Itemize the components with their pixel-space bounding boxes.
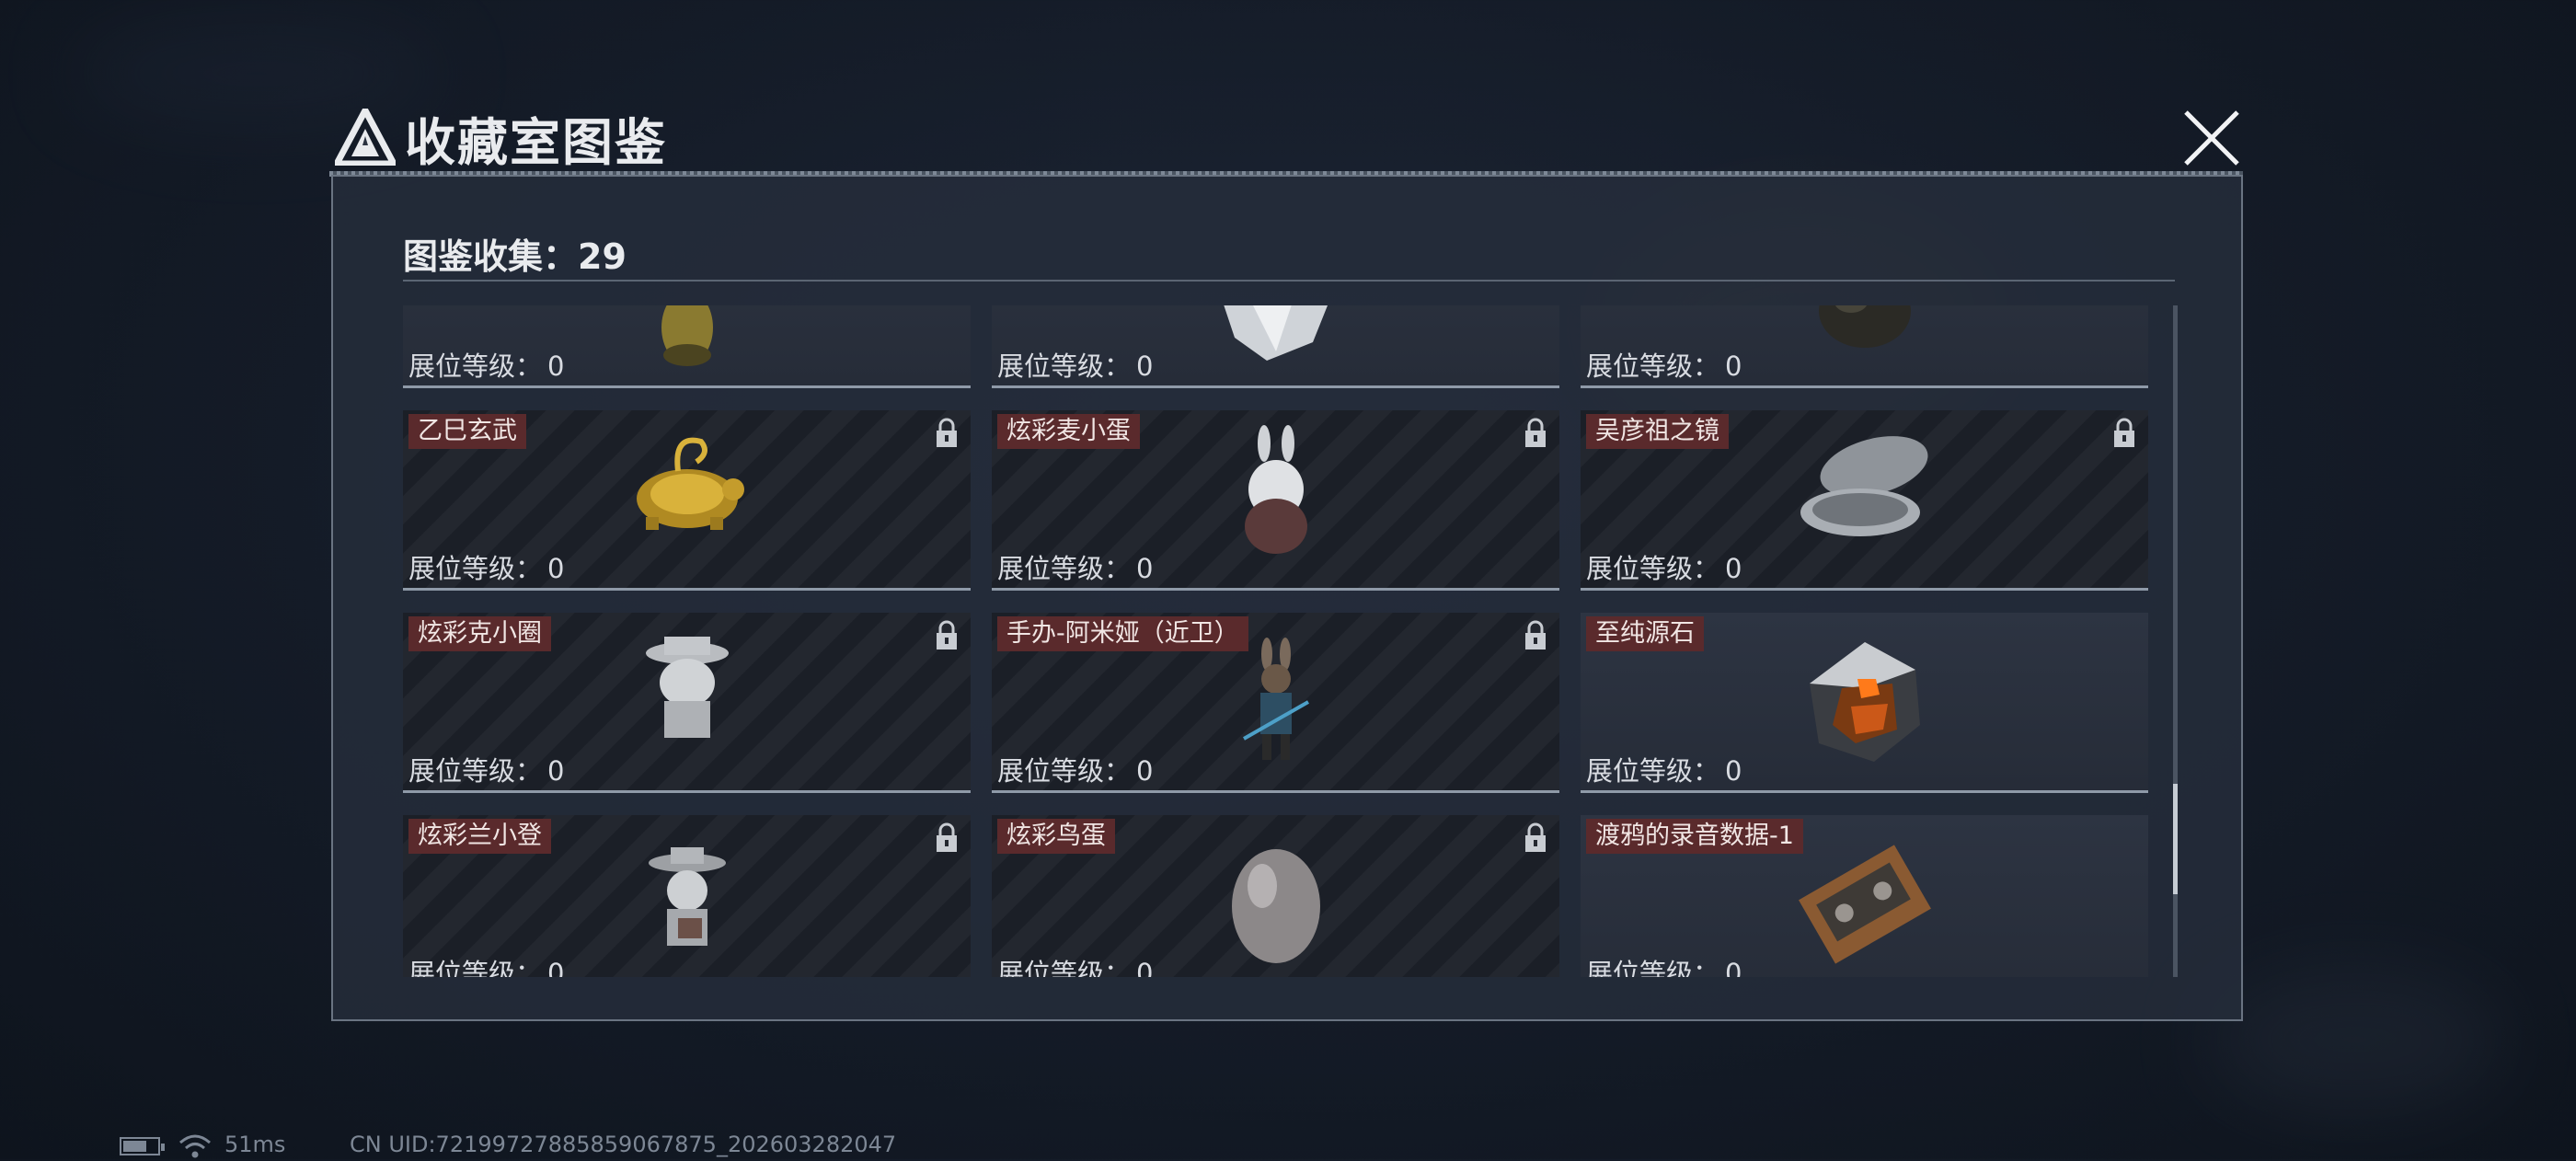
close-icon[interactable] (2177, 105, 2247, 171)
booth-level-value: 0 (1136, 755, 1154, 787)
item-name: 渡鸦的录音数据-1 (1586, 819, 1803, 854)
scrollbar-thumb[interactable] (2173, 784, 2178, 894)
booth-level-value: 0 (1725, 958, 1742, 977)
booth-level-label: 展位等级： (408, 553, 543, 584)
item-name: 炫彩麦小蛋 (997, 414, 1140, 449)
booth-level: 展位等级： 0 (997, 547, 1153, 586)
dark-orb-icon (1818, 305, 1911, 348)
window-header: 收藏室图鉴 (329, 96, 2243, 177)
collection-card[interactable]: 炫彩麦小蛋 展位等级： 0 (992, 410, 1559, 591)
booth-level: 展位等级： 0 (408, 547, 564, 586)
collection-card[interactable]: 至纯源石 展位等级： 0 (1581, 613, 2148, 793)
item-name: 至纯源石 (1586, 616, 1704, 651)
scrollbar[interactable] (2173, 305, 2178, 977)
collection-card[interactable]: 展位等级： 0 (403, 305, 971, 388)
booth-level-value: 0 (1136, 958, 1154, 977)
cassette-tape-icon (1798, 844, 1931, 964)
item-name: 炫彩克小圈 (408, 616, 551, 651)
lock-icon (1525, 418, 1546, 447)
collection-card[interactable]: 手办-阿米娅（近卫） 展位等级： 0 (992, 613, 1559, 793)
collection-card[interactable]: 炫彩兰小登 展位等级： 0 (403, 815, 971, 977)
hat-figure-icon (645, 637, 729, 739)
booth-level: 展位等级： 0 (1586, 345, 1742, 384)
collection-panel: 图鉴收集：29 展位等级： 0 展位等级： 0 展位等级： 0 乙巳玄武 展位等… (331, 175, 2243, 1021)
booth-level-value: 0 (1136, 553, 1154, 584)
booth-level-label: 展位等级： (997, 553, 1132, 584)
egg-icon (1231, 848, 1320, 963)
collection-card[interactable]: 展位等级： 0 (992, 305, 1559, 388)
lock-icon (1525, 620, 1546, 649)
booth-level-label: 展位等级： (1586, 958, 1720, 977)
bunny-egg-figure-icon (1244, 424, 1307, 554)
arknights-logo-icon (335, 109, 396, 166)
booth-level-label: 展位等级： (408, 351, 543, 382)
booth-level: 展位等级： 0 (997, 952, 1153, 977)
item-name: 手办-阿米娅（近卫） (997, 616, 1248, 651)
sombrero-figure-icon (648, 846, 726, 946)
lock-icon (937, 418, 957, 447)
collection-card[interactable]: 渡鸦的录音数据-1 展位等级： 0 (1581, 815, 2148, 977)
booth-level: 展位等级： 0 (997, 750, 1153, 788)
booth-level-label: 展位等级： (408, 958, 543, 977)
booth-level-label: 展位等级： (1586, 351, 1720, 382)
booth-level-value: 0 (547, 755, 565, 787)
item-name: 乙巳玄武 (408, 414, 526, 449)
collection-card[interactable]: 吴彦祖之镜 展位等级： 0 (1581, 410, 2148, 591)
booth-level-label: 展位等级： (408, 755, 543, 787)
collection-card[interactable]: 炫彩克小圈 展位等级： 0 (403, 613, 971, 793)
user-uid: CN UID:7219972788585906787​5_20260328204… (350, 1132, 897, 1157)
collection-count: 图鉴收集：29 (403, 236, 627, 277)
booth-level-label: 展位等级： (997, 958, 1132, 977)
lock-icon (937, 620, 957, 649)
originium-crystal-icon (1809, 641, 1920, 762)
collection-grid[interactable]: 展位等级： 0 展位等级： 0 展位等级： 0 乙巳玄武 展位等级： 0 炫彩麦… (403, 305, 2169, 977)
booth-level: 展位等级： 0 (408, 345, 564, 384)
item-name: 吴彦祖之镜 (1586, 414, 1729, 449)
booth-level-value: 0 (547, 351, 565, 382)
golden-turtle-icon (636, 437, 744, 531)
booth-level-value: 0 (1725, 351, 1742, 382)
collection-card[interactable]: 展位等级： 0 (1581, 305, 2148, 388)
collection-card[interactable]: 炫彩鸟蛋 展位等级： 0 (992, 815, 1559, 977)
battery-icon (120, 1137, 165, 1155)
booth-level-label: 展位等级： (997, 755, 1132, 787)
booth-level-value: 0 (547, 958, 565, 977)
booth-level: 展位等级： 0 (997, 345, 1153, 384)
booth-level-label: 展位等级： (997, 351, 1132, 382)
booth-level-label: 展位等级： (1586, 553, 1720, 584)
compact-mirror-icon (1800, 436, 1927, 537)
lock-icon (1525, 822, 1546, 852)
gold-jar-icon (661, 305, 713, 366)
divider (403, 280, 2175, 282)
collection-card[interactable]: 乙巳玄武 展位等级： 0 (403, 410, 971, 591)
amiya-figure-icon (1242, 637, 1309, 760)
window-title: 收藏室图鉴 (405, 113, 668, 172)
wifi-icon (179, 1134, 211, 1158)
ping-value: 51ms (224, 1132, 286, 1157)
booth-level-label: 展位等级： (1586, 755, 1720, 787)
booth-level-value: 0 (547, 553, 565, 584)
booth-level: 展位等级： 0 (1586, 750, 1742, 788)
lock-icon (937, 822, 957, 852)
booth-level: 展位等级： 0 (1586, 547, 1742, 586)
lock-icon (2114, 418, 2134, 447)
crystal-shard-icon (1223, 305, 1328, 361)
battery-level (123, 1141, 146, 1152)
item-name: 炫彩兰小登 (408, 819, 551, 854)
booth-level: 展位等级： 0 (1586, 952, 1742, 977)
booth-level-value: 0 (1136, 351, 1154, 382)
item-name: 炫彩鸟蛋 (997, 819, 1115, 854)
booth-level-value: 0 (1725, 755, 1742, 787)
booth-level: 展位等级： 0 (408, 750, 564, 788)
booth-level: 展位等级： 0 (408, 952, 564, 977)
booth-level-value: 0 (1725, 553, 1742, 584)
